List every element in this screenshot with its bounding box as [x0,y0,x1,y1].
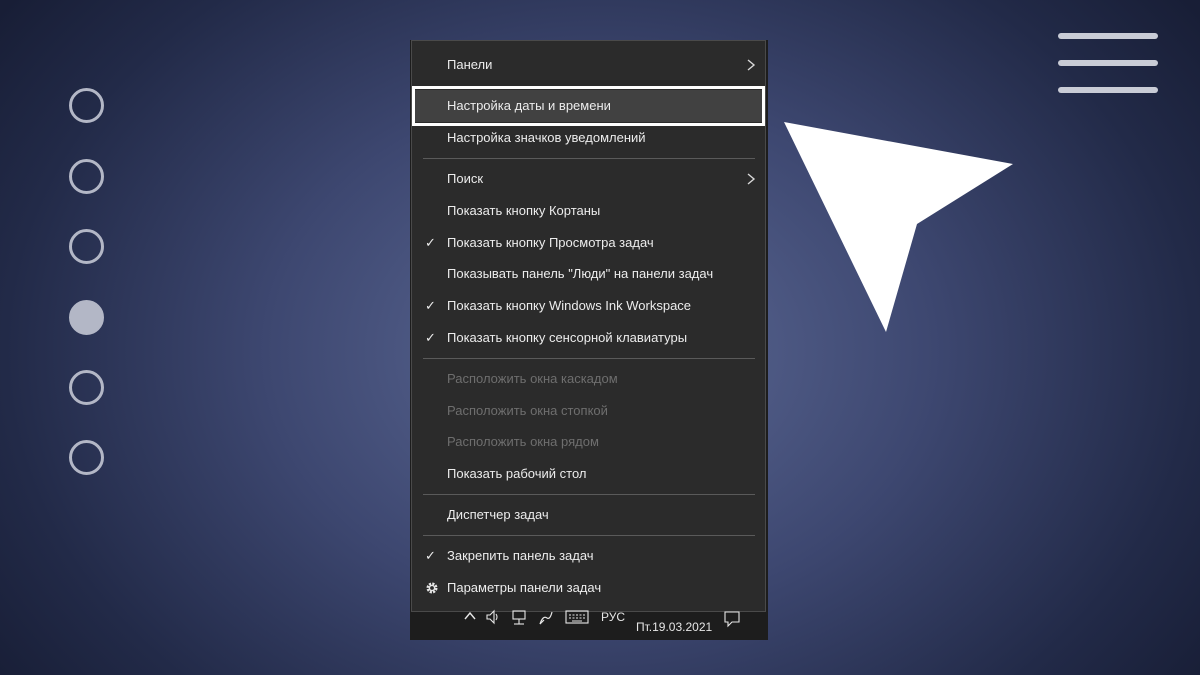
menu-item-search[interactable]: Поиск [412,163,765,195]
checkmark-icon: ✓ [425,235,436,250]
menu-item-task-manager[interactable]: Диспетчер задач [412,499,765,531]
menu-item-panels[interactable]: Панели [412,49,765,81]
checkmark-icon: ✓ [425,298,436,313]
date-display[interactable]: Пт.19.03.2021 [636,620,712,634]
menu-item-label: Показать рабочий стол [447,466,587,481]
menu-item-label: Расположить окна каскадом [447,371,618,386]
menu-separator [423,535,755,536]
menu-item-label: Диспетчер задач [447,507,549,522]
volume-icon[interactable] [485,609,501,625]
page-dot[interactable] [69,88,104,123]
menu-item-taskbar-settings[interactable]: Параметры панели задач [412,572,765,604]
menu-item-label: Расположить окна стопкой [447,403,608,418]
menu-separator [423,158,755,159]
menu-separator [423,494,755,495]
menu-separator [423,358,755,359]
menu-item-windows-ink[interactable]: ✓ Показать кнопку Windows Ink Workspace [412,290,765,322]
menu-item-people[interactable]: Показывать панель "Люди" на панели задач [412,258,765,290]
menu-item-label: Показать кнопку Просмотра задач [447,235,654,250]
network-icon[interactable] [510,609,528,627]
menu-item-label: Показать кнопку сенсорной клавиатуры [447,330,688,345]
notification-icon[interactable] [723,610,741,628]
checkmark-icon: ✓ [425,548,436,563]
menu-item-label: Показать кнопку Кортаны [447,203,601,218]
hamburger-menu-icon[interactable] [1058,33,1158,95]
page-dot[interactable] [69,440,104,475]
page-dot-active[interactable] [69,300,104,335]
menu-item-lock-taskbar[interactable]: ✓ Закрепить панель задач [412,540,765,572]
menu-item-touch-keyboard[interactable]: ✓ Показать кнопку сенсорной клавиатуры [412,322,765,354]
page-dot[interactable] [69,229,104,264]
chevron-up-icon[interactable] [463,609,477,623]
pointer-arrow-icon [784,122,1013,332]
menu-item-side-by-side: Расположить окна рядом [412,426,765,458]
menu-item-label: Расположить окна рядом [447,434,599,449]
pen-icon[interactable] [537,609,555,627]
menu-item-notification-icons[interactable]: Настройка значков уведомлений [412,122,765,154]
menu-item-task-view[interactable]: ✓ Показать кнопку Просмотра задач [412,227,765,259]
menu-item-label: Панели [447,57,493,72]
menu-item-label: Поиск [447,171,484,186]
menu-item-stack-windows: Расположить окна стопкой [412,395,765,427]
menu-item-label: Параметры панели задач [447,580,602,595]
menu-item-label: Настройка значков уведомлений [447,130,646,145]
gear-icon [426,582,438,594]
language-indicator[interactable]: РУС [601,610,625,624]
keyboard-icon[interactable] [565,609,589,625]
chevron-right-icon [747,59,756,71]
highlight-frame [412,86,765,126]
chevron-right-icon [747,173,756,185]
checkmark-icon: ✓ [425,330,436,345]
menu-item-cascade-windows: Расположить окна каскадом [412,363,765,395]
menu-item-label: Показывать панель "Люди" на панели задач [447,266,714,281]
page-dot[interactable] [69,159,104,194]
page-dot[interactable] [69,370,104,405]
menu-item-cortana[interactable]: Показать кнопку Кортаны [412,195,765,227]
menu-item-label: Показать кнопку Windows Ink Workspace [447,298,692,313]
system-tray: РУС Пт.19.03.2021 [411,604,766,640]
menu-item-show-desktop[interactable]: Показать рабочий стол [412,458,765,490]
menu-item-label: Закрепить панель задач [447,548,594,563]
